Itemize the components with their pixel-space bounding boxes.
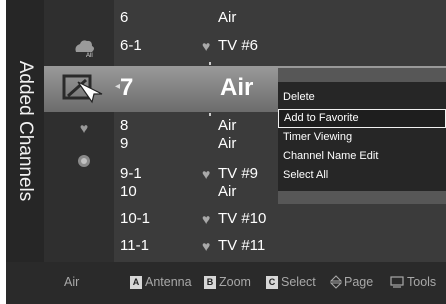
b-key-icon: B bbox=[204, 275, 216, 289]
channel-name[interactable]: TV #9 bbox=[218, 165, 258, 182]
menu-item-select-all[interactable]: Select All bbox=[278, 166, 446, 185]
menu-footer-bar bbox=[278, 191, 446, 204]
tools-popup-menu: Delete Add to Favorite Timer Viewing Cha… bbox=[278, 68, 446, 204]
zoom-button[interactable]: B Zoom bbox=[204, 275, 251, 289]
guide-bar: Air A Antenna B Zoom C Select Page Tools bbox=[6, 262, 446, 304]
all-channels-icon[interactable]: All bbox=[72, 38, 98, 60]
favorites-icon[interactable]: ♥ bbox=[76, 120, 92, 136]
menu-item-delete[interactable]: Delete bbox=[278, 88, 446, 107]
channel-name[interactable]: TV #6 bbox=[218, 37, 258, 54]
scroll-tick-icon bbox=[209, 113, 211, 116]
heart-icon: ♥ bbox=[79, 120, 89, 136]
menu-item-channel-name-edit[interactable]: Channel Name Edit bbox=[278, 147, 446, 166]
select-label: Select bbox=[281, 275, 316, 289]
a-key-icon: A bbox=[130, 275, 142, 289]
channel-name[interactable]: Air bbox=[218, 117, 236, 134]
favorite-heart-icon: ♥ bbox=[202, 211, 211, 227]
menu-item-timer-viewing[interactable]: Timer Viewing bbox=[278, 128, 446, 147]
antenna-label: Antenna bbox=[145, 275, 192, 289]
favorite-heart-icon: ♥ bbox=[202, 38, 211, 54]
tools-label: Tools bbox=[407, 275, 437, 289]
my-channels-icon[interactable] bbox=[76, 153, 92, 169]
tools-button[interactable]: Tools bbox=[390, 275, 436, 289]
channel-name[interactable]: Air bbox=[218, 135, 236, 152]
channel-name[interactable]: Air bbox=[218, 183, 236, 200]
all-label: All bbox=[86, 53, 93, 59]
channel-number[interactable]: 6 bbox=[120, 9, 128, 26]
channel-name[interactable]: TV #11 bbox=[218, 237, 265, 254]
favorite-heart-icon: ♥ bbox=[202, 166, 211, 182]
selected-channel-number[interactable]: 7 bbox=[120, 74, 133, 102]
side-title-panel: Added Channels bbox=[6, 0, 44, 262]
channel-number[interactable]: 10-1 bbox=[120, 210, 150, 227]
page-label: Page bbox=[344, 275, 374, 289]
scroll-tick-icon bbox=[209, 62, 211, 65]
favorite-heart-icon: ♥ bbox=[202, 238, 211, 254]
menu-item-add-to-favorite[interactable]: Add to Favorite bbox=[278, 109, 446, 128]
channel-number[interactable]: 9-1 bbox=[120, 165, 142, 182]
menu-header-bar bbox=[278, 68, 446, 82]
channel-list-screen: Added Channels All ♥ 6 Air 6-1 ♥ TV #6 ◂… bbox=[6, 0, 446, 304]
channel-number[interactable]: 8 bbox=[120, 117, 128, 134]
c-key-icon: C bbox=[266, 275, 278, 289]
footer-mode-label: Air bbox=[64, 275, 80, 289]
screen-title: Added Channels bbox=[15, 60, 36, 202]
channel-number[interactable]: 9 bbox=[120, 135, 128, 152]
selected-channel-name[interactable]: Air bbox=[220, 74, 253, 102]
page-updown-icon bbox=[330, 275, 342, 289]
tools-icon bbox=[390, 276, 404, 288]
channel-number[interactable]: 11-1 bbox=[120, 237, 149, 254]
page-button[interactable]: Page bbox=[330, 275, 373, 289]
channel-name[interactable]: TV #10 bbox=[218, 210, 266, 227]
zoom-label: Zoom bbox=[219, 275, 251, 289]
channel-name[interactable]: Air bbox=[218, 9, 236, 26]
select-button[interactable]: C Select bbox=[266, 275, 316, 289]
added-channels-icon[interactable] bbox=[62, 72, 104, 106]
channel-number[interactable]: 10 bbox=[120, 183, 137, 200]
channel-number[interactable]: 6-1 bbox=[120, 37, 142, 54]
antenna-button[interactable]: A Antenna bbox=[130, 275, 192, 289]
